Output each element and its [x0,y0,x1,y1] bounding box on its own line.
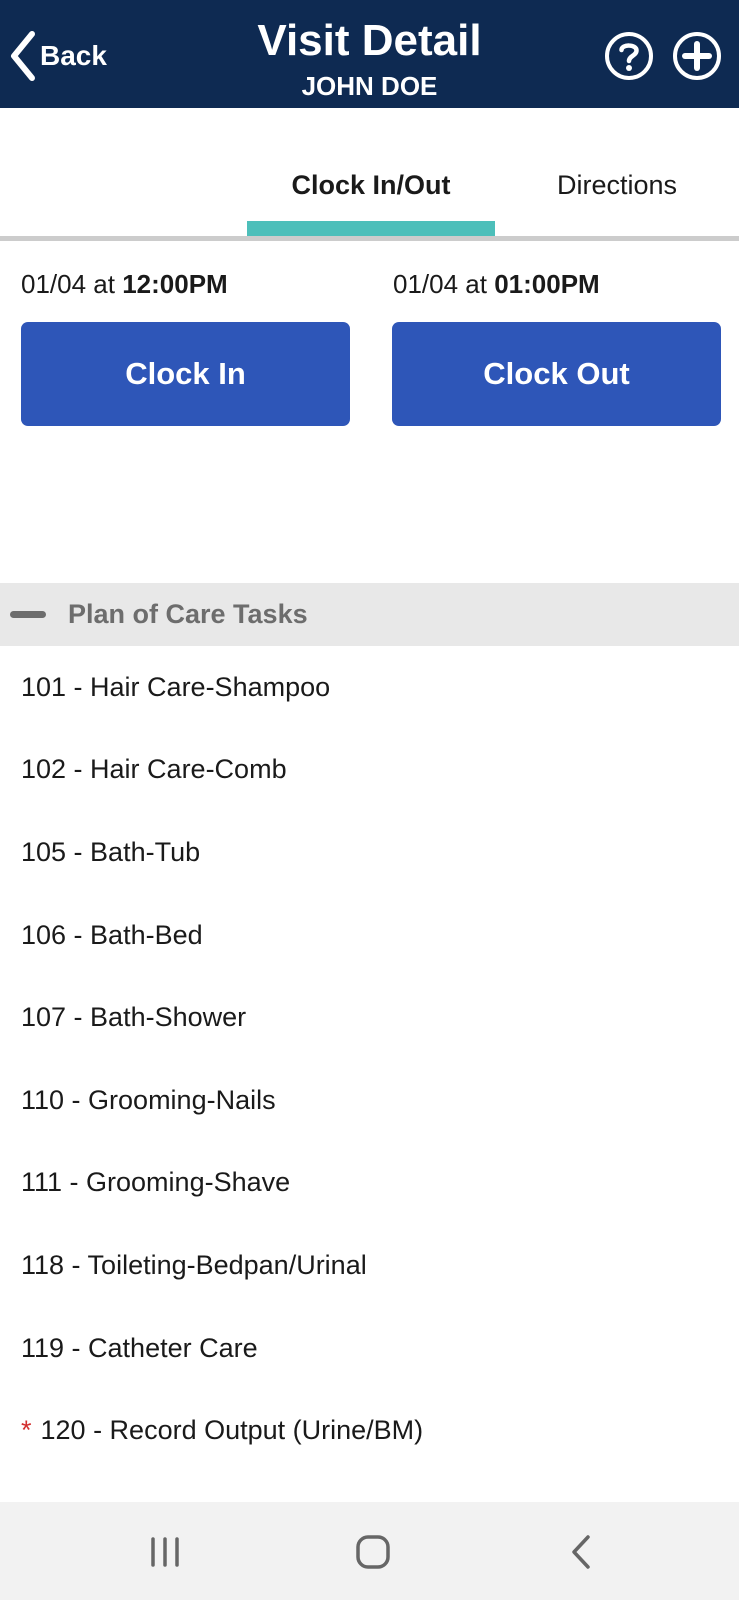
visit-detail-screen: Back Visit Detail JOHN DOE Clock In/Out … [0,0,739,1600]
system-nav-bar [0,1502,739,1600]
task-label: 110 - Grooming-Nails [21,1084,276,1115]
task-label: 107 - Bath-Shower [21,1002,247,1033]
recent-apps-icon[interactable] [135,1524,195,1580]
list-item[interactable]: * 120 - Record Output (Urine/BM) [0,1389,739,1472]
list-item[interactable]: 107 - Bath-Shower [0,976,739,1059]
clock-in-at: at [86,269,123,299]
clock-in-button[interactable]: Clock In [21,322,350,426]
clock-in-time: 01/04 at 12:00PM [21,264,228,304]
list-item[interactable]: 111 - Grooming-Shave [0,1142,739,1225]
plan-of-care-header[interactable]: Plan of Care Tasks [0,583,739,646]
task-label: 118 - Toileting-Bedpan/Urinal [21,1249,367,1280]
home-icon[interactable] [343,1524,403,1580]
active-tab-indicator [247,221,495,236]
list-item[interactable]: 110 - Grooming-Nails [0,1059,739,1142]
clock-in-time-value: 12:00PM [122,269,228,299]
clock-out-time: 01/04 at 01:00PM [393,264,600,304]
back-icon[interactable] [550,1524,610,1580]
list-item[interactable]: 106 - Bath-Bed [0,894,739,977]
task-label: 102 - Hair Care-Comb [21,754,287,785]
clock-in-date: 01/04 [21,269,87,299]
task-list: 101 - Hair Care-Shampoo 102 - Hair Care-… [0,646,739,1472]
minus-icon[interactable] [10,611,46,618]
tab-bar: Clock In/Out Directions [0,108,739,236]
task-label: 120 - Record Output (Urine/BM) [40,1415,424,1446]
section-title: Plan of Care Tasks [68,599,308,629]
tab-clock-in-out[interactable]: Clock In/Out [247,160,495,210]
list-item[interactable]: 119 - Catheter Care [0,1307,739,1390]
list-item[interactable]: 105 - Bath-Tub [0,811,739,894]
required-marker: * [21,1415,32,1446]
clock-out-time-value: 01:00PM [494,269,600,299]
task-label: 106 - Bath-Bed [21,919,203,950]
clock-out-at: at [458,269,495,299]
list-item[interactable]: 101 - Hair Care-Shampoo [0,646,739,729]
list-item[interactable]: 102 - Hair Care-Comb [0,729,739,812]
clock-out-date: 01/04 [393,269,459,299]
task-label: 101 - Hair Care-Shampoo [21,671,331,702]
task-label: 105 - Bath-Tub [21,836,201,867]
task-label: 119 - Catheter Care [21,1332,258,1363]
tabs-divider [0,236,739,241]
tab-directions[interactable]: Directions [495,160,739,210]
plus-circle-icon[interactable] [672,31,722,81]
clock-out-button[interactable]: Clock Out [392,322,721,426]
app-header: Back Visit Detail JOHN DOE [0,0,739,108]
task-label: 111 - Grooming-Shave [21,1167,291,1198]
list-item[interactable]: 118 - Toileting-Bedpan/Urinal [0,1224,739,1307]
question-circle-icon[interactable] [604,31,654,81]
